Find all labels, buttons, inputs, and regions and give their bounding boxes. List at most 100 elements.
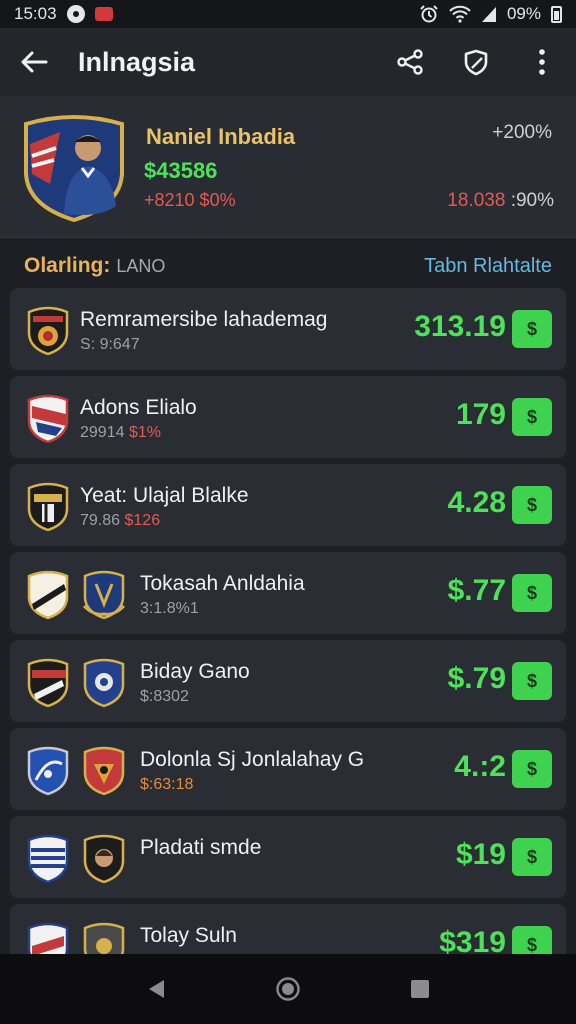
- buy-button[interactable]: $: [512, 310, 552, 348]
- dollar-icon: $: [526, 846, 537, 867]
- dollar-icon: $: [526, 582, 537, 603]
- section-sub: LANO: [116, 255, 166, 276]
- section-header: Olarling: LANO Tabn Rlahtalte: [24, 252, 552, 280]
- item-sub-a: 3:1.8%1: [140, 600, 199, 617]
- featured-player-card[interactable]: Naniel Inbadia $43586 +8210 $0% +200% 18…: [0, 96, 576, 238]
- player-value: $43586: [144, 158, 218, 183]
- section-label: Olarling:: [24, 254, 111, 277]
- item-sub: $:63:18: [140, 776, 193, 794]
- item-sub: 79.86 $126: [80, 512, 160, 530]
- buy-button[interactable]: $: [512, 838, 552, 876]
- back-button[interactable]: [16, 44, 52, 80]
- status-time: 15:03: [14, 4, 57, 23]
- buy-button[interactable]: $: [512, 486, 552, 524]
- nav-back-button[interactable]: [138, 971, 174, 1007]
- item-sub-a: $:63:18: [140, 776, 194, 793]
- item-price: $.79: [447, 662, 506, 695]
- player-percent: +200%: [492, 122, 552, 143]
- item-sub: S: 9:647: [80, 336, 140, 354]
- list-item[interactable]: Dolonla Sj Jonlalahay G $:63:18 4.:2 $: [10, 728, 566, 810]
- page-title: Inlnagsia: [78, 46, 196, 77]
- player-badge-icon: [24, 115, 124, 222]
- item-name: Adons Elialo: [80, 396, 197, 419]
- share-button[interactable]: [392, 44, 428, 80]
- app-bar: Inlnagsia: [0, 28, 576, 96]
- item-sub: 29914 $1%: [80, 424, 161, 442]
- club-crest-icon: [27, 570, 69, 620]
- dollar-icon: $: [526, 318, 537, 339]
- more-button[interactable]: [524, 44, 560, 80]
- item-price: 313.19: [414, 310, 506, 343]
- item-name: Dolonla Sj Jonlalahay G: [140, 748, 365, 771]
- nav-recents-button[interactable]: [402, 971, 438, 1007]
- item-price: 4.28: [447, 486, 506, 519]
- section-link[interactable]: Tabn Rlahtalte: [424, 255, 552, 278]
- item-name: Tokasah Anldahia: [140, 572, 305, 595]
- club-crest-icon: [27, 482, 69, 532]
- item-sub-b: $126: [124, 512, 161, 529]
- item-name: Biday Gano: [140, 660, 250, 683]
- battery-percent: 09%: [506, 4, 541, 23]
- buy-button[interactable]: $: [512, 574, 552, 612]
- club-crest-icon: [27, 394, 69, 444]
- list-item[interactable]: Tokasah Anldahia 3:1.8%1 $.77 $: [10, 552, 566, 634]
- list-item[interactable]: Yeat: Ulajal Blalke 79.86 $126 4.28 $: [10, 464, 566, 546]
- battery-icon: [551, 5, 562, 23]
- nav-home-button[interactable]: [270, 971, 306, 1007]
- buy-button[interactable]: $: [512, 750, 552, 788]
- item-name: Tolay Suln: [140, 924, 237, 947]
- club-crest-icon: [27, 834, 69, 884]
- list-item[interactable]: Adons Elialo 29914 $1% 179 $: [10, 376, 566, 458]
- notification-icon: [66, 5, 85, 23]
- item-sub-b: $1%: [128, 424, 161, 441]
- nav-back-icon: [149, 980, 164, 998]
- item-price: 4.:2: [454, 750, 506, 783]
- player-change: +8210 $0%: [144, 190, 236, 210]
- share-icon: [397, 49, 423, 75]
- status-bar: 15:03 09%: [0, 0, 576, 28]
- nav-home-icon: [276, 977, 300, 1001]
- item-price: $.77: [447, 574, 506, 607]
- player-right-stat: 18.038 :90%: [447, 190, 554, 212]
- club-crest-icon: [27, 306, 69, 356]
- buy-button[interactable]: $: [512, 398, 552, 436]
- item-sub-a: S: 9:647: [80, 336, 140, 353]
- club-crest-icon: [82, 570, 126, 620]
- system-nav-bar: [0, 954, 576, 1024]
- list-item[interactable]: Pladati smde $19 $: [10, 816, 566, 898]
- club-crest-icon: [83, 834, 125, 884]
- item-name: Remramersibe lahademag: [80, 308, 328, 331]
- item-sub-a: 79.86: [80, 512, 121, 529]
- signal-icon: [481, 7, 496, 22]
- alarm-icon: [420, 5, 438, 23]
- dollar-icon: $: [526, 406, 537, 427]
- item-sub: 3:1.8%1: [140, 600, 199, 618]
- club-crest-icon: [27, 746, 69, 796]
- item-name: Yeat: Ulajal Blalke: [80, 484, 249, 507]
- item-price: $19: [455, 838, 506, 871]
- dollar-icon: $: [526, 494, 537, 515]
- list-item[interactable]: Biday Gano $:8302 $.79 $: [10, 640, 566, 722]
- dollar-icon: $: [526, 934, 537, 955]
- arrow-left-icon: [21, 51, 48, 73]
- shield-icon: [464, 49, 488, 76]
- app-notification-icon: [94, 7, 113, 21]
- item-sub: $:8302: [140, 688, 189, 706]
- player-name: Naniel Inbadia: [146, 124, 296, 149]
- wifi-icon: [449, 5, 471, 23]
- item-price: 179: [455, 398, 506, 431]
- player-right-pct: :90%: [510, 190, 554, 211]
- dollar-icon: $: [526, 670, 537, 691]
- list-item[interactable]: Remramersibe lahademag S: 9:647 313.19 $: [10, 288, 566, 370]
- buy-button[interactable]: $: [512, 662, 552, 700]
- club-crest-icon: [83, 658, 125, 708]
- nav-recents-icon: [411, 980, 429, 998]
- item-sub-a: $:8302: [140, 688, 189, 705]
- favorite-button[interactable]: [458, 44, 494, 80]
- item-sub-a: 29914: [80, 424, 125, 441]
- club-crest-icon: [27, 658, 69, 708]
- player-right-value: 18.038: [447, 190, 506, 211]
- more-vertical-icon: [539, 49, 545, 75]
- dollar-icon: $: [526, 758, 537, 779]
- club-crest-icon: [83, 746, 125, 796]
